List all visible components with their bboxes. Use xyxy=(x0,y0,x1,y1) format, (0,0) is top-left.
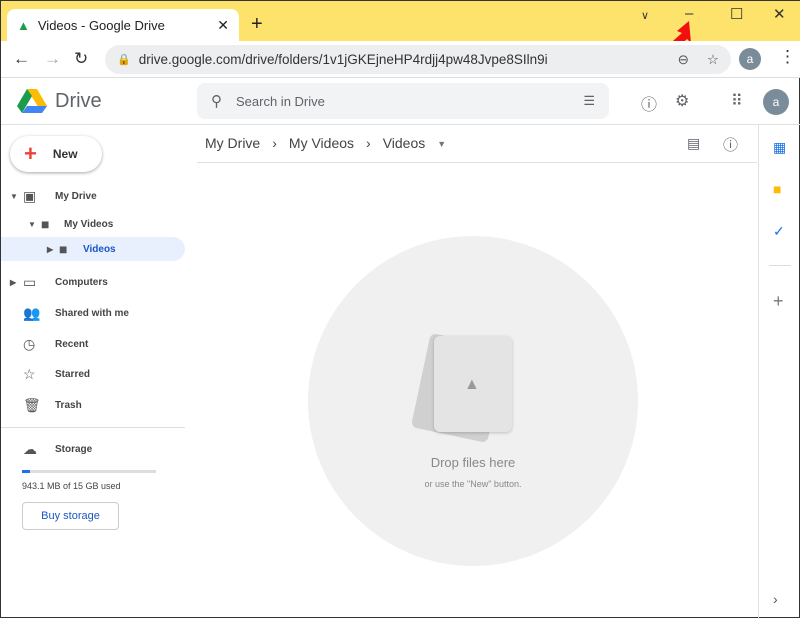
my-drive-icon: ▣ xyxy=(23,187,37,204)
drop-title: Drop files here xyxy=(430,455,516,470)
back-icon[interactable]: ← xyxy=(13,49,30,69)
label: Starred xyxy=(55,368,91,380)
search-input[interactable]: ⚲ Search in Drive ☰ xyxy=(197,83,609,119)
drive-favicon-icon: ▲ xyxy=(17,17,30,33)
label: Videos xyxy=(83,243,116,255)
breadcrumb-my-drive[interactable]: My Drive xyxy=(205,135,260,151)
label: My Drive xyxy=(55,190,97,202)
tab-title: Videos - Google Drive xyxy=(37,17,165,33)
sidebar-item-shared[interactable]: 👥 Shared with me xyxy=(1,301,185,325)
label: Storage xyxy=(55,443,93,455)
clock-icon: ◷ xyxy=(23,335,36,352)
tasks-icon[interactable]: ✓ xyxy=(773,223,785,240)
folder-icon: ■ xyxy=(59,241,68,257)
drive-header: Drive ⚲ Search in Drive ☰ ⓘ ⚙ ⠿ a xyxy=(1,78,800,125)
url-text: drive.google.com/drive/folders/1v1jGKEjn… xyxy=(138,52,548,67)
lock-icon: 🔒 xyxy=(117,54,131,66)
new-button[interactable]: + New xyxy=(10,136,102,172)
search-icon: ⚲ xyxy=(211,93,222,110)
apps-grid-icon[interactable]: ⠿ xyxy=(731,91,743,111)
drop-subtitle: or use the "New" button. xyxy=(424,479,522,489)
divider xyxy=(1,427,185,428)
drive-logo-icon xyxy=(17,89,47,113)
sidebar-item-starred[interactable]: ☆ Starred xyxy=(1,362,185,386)
breadcrumb: My Drive › My Videos › Videos ▼ xyxy=(205,135,446,151)
sidebar-item-computers[interactable]: ▶ ▭ Computers xyxy=(1,270,185,294)
buy-storage-button[interactable]: Buy storage xyxy=(22,502,119,530)
file-illustration: ▲ xyxy=(434,336,512,432)
drive-logo-icon: ▲ xyxy=(464,376,480,393)
info-icon[interactable]: ⓘ xyxy=(723,134,738,155)
new-label: New xyxy=(52,147,78,161)
drive-logo[interactable]: Drive xyxy=(17,88,102,114)
trash-icon: 🗑 xyxy=(23,396,41,413)
label: Computers xyxy=(55,276,108,288)
search-options-icon[interactable]: ☰ xyxy=(583,93,595,109)
maximize-button[interactable]: ☐ xyxy=(730,5,743,23)
label: Trash xyxy=(55,399,82,411)
folder-icon: ■ xyxy=(41,216,50,232)
address-bar[interactable]: 🔒 drive.google.com/drive/folders/1v1jGKE… xyxy=(105,45,731,74)
sidebar-item-videos[interactable]: ▶ ■ Videos xyxy=(1,237,185,261)
sidebar-item-my-videos[interactable]: ▼ ■ My Videos xyxy=(1,212,185,236)
sidebar-item-storage[interactable]: ☁ Storage xyxy=(1,437,185,461)
help-icon[interactable]: ⓘ xyxy=(641,91,657,115)
storage-bar xyxy=(22,470,156,473)
drop-zone[interactable]: ▲ Drop files here or use the "New" butto… xyxy=(308,236,638,566)
side-panel: ▦ ■ ✓ + › xyxy=(758,125,800,619)
divider xyxy=(769,265,791,266)
profile-avatar[interactable]: a xyxy=(739,48,761,70)
search-placeholder: Search in Drive xyxy=(236,93,325,109)
people-icon: 👥 xyxy=(23,304,41,321)
chevron-right-icon: › xyxy=(366,135,371,151)
label: Shared with me xyxy=(55,307,129,319)
close-tab-icon[interactable]: ✕ xyxy=(217,17,229,34)
list-view-icon[interactable]: ▤ xyxy=(687,135,700,152)
plus-icon: + xyxy=(24,141,37,166)
add-addon-icon[interactable]: + xyxy=(773,291,784,312)
expand-panel-icon[interactable]: › xyxy=(773,591,778,607)
close-window-button[interactable]: ✕ xyxy=(773,5,786,23)
breadcrumb-my-videos[interactable]: My Videos xyxy=(289,135,354,151)
browser-toolbar: ← → ↻ 🔒 drive.google.com/drive/folders/1… xyxy=(1,41,800,78)
zoom-icon[interactable]: ⊖ xyxy=(678,52,689,68)
computers-icon: ▭ xyxy=(23,273,37,290)
settings-gear-icon[interactable]: ⚙ xyxy=(675,91,689,111)
breadcrumb-videos[interactable]: Videos xyxy=(383,135,426,151)
new-tab-button[interactable]: + xyxy=(251,13,263,36)
chevron-right-icon: › xyxy=(272,135,277,151)
bookmark-star-icon[interactable]: ☆ xyxy=(707,52,719,68)
divider xyxy=(197,162,757,163)
label: Recent xyxy=(55,338,89,350)
storage-bar-fill xyxy=(22,470,31,473)
sidebar-item-recent[interactable]: ◷ Recent xyxy=(1,332,185,356)
star-icon: ☆ xyxy=(23,365,36,382)
keep-icon[interactable]: ■ xyxy=(773,181,781,197)
label: My Videos xyxy=(64,218,114,230)
browser-tab[interactable]: ▲ Videos - Google Drive ✕ xyxy=(7,9,239,41)
calendar-icon[interactable]: ▦ xyxy=(773,139,786,156)
forward-icon[interactable]: → xyxy=(44,49,61,69)
sidebar-item-my-drive[interactable]: ▼ ▣ My Drive xyxy=(1,184,185,208)
storage-used: 943.1 MB of 15 GB used xyxy=(22,481,121,491)
caret-down-icon[interactable]: ▼ xyxy=(437,139,446,151)
account-avatar[interactable]: a xyxy=(763,89,789,115)
sidebar-item-trash[interactable]: 🗑 Trash xyxy=(1,393,185,417)
menu-icon[interactable]: ⋮ xyxy=(779,47,796,67)
reload-icon[interactable]: ↻ xyxy=(74,49,88,69)
app-name: Drive xyxy=(55,89,102,112)
cloud-icon: ☁ xyxy=(23,440,37,457)
